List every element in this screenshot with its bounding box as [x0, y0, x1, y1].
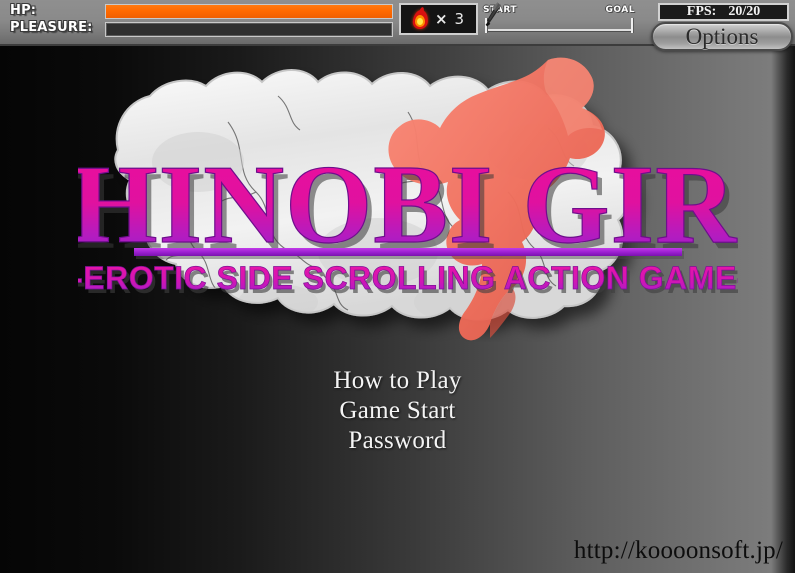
lives-counter: × 3	[399, 3, 478, 35]
fps-label: FPS:	[686, 4, 717, 19]
lives-multiplier: ×	[434, 10, 448, 28]
main-menu: How to Play Game Start Password	[0, 366, 795, 456]
track-goal-tick	[631, 18, 633, 33]
menu-item-how-to-play[interactable]: How to Play	[0, 366, 795, 396]
website-url: http://koooonsoft.jp/	[573, 537, 783, 564]
svg-text:-EROTIC SIDE SCROLLING ACTION: -EROTIC SIDE SCROLLING ACTION GAME-	[78, 260, 738, 296]
game-logo: SHINOBI GIRL SHINOBI GIRL -EROTIC SIDE S…	[78, 52, 738, 342]
flame-icon	[412, 6, 429, 29]
hp-label: HP:	[10, 3, 37, 18]
status-labels: HP: PLEASURE:	[10, 2, 105, 36]
track-line	[485, 29, 633, 31]
kunai-icon	[485, 2, 501, 27]
game-screen: HP: PLEASURE: × 3 START GOAL FPS: 20/20 …	[0, 0, 795, 573]
track-goal-label: GOAL	[605, 5, 635, 15]
stage-progress-track: START GOAL	[483, 2, 635, 39]
pleasure-label: PLEASURE:	[10, 20, 93, 35]
pleasure-bar	[105, 22, 393, 37]
hp-bar	[105, 4, 393, 19]
options-button[interactable]: Options	[651, 22, 793, 51]
fps-value: 20/20	[728, 4, 761, 19]
fps-readout: FPS: 20/20	[658, 3, 789, 21]
options-button-label: Options	[685, 24, 759, 49]
menu-item-game-start[interactable]: Game Start	[0, 396, 795, 426]
lives-count: 3	[454, 10, 465, 28]
menu-item-password[interactable]: Password	[0, 426, 795, 456]
hp-bar-fill	[106, 5, 392, 18]
